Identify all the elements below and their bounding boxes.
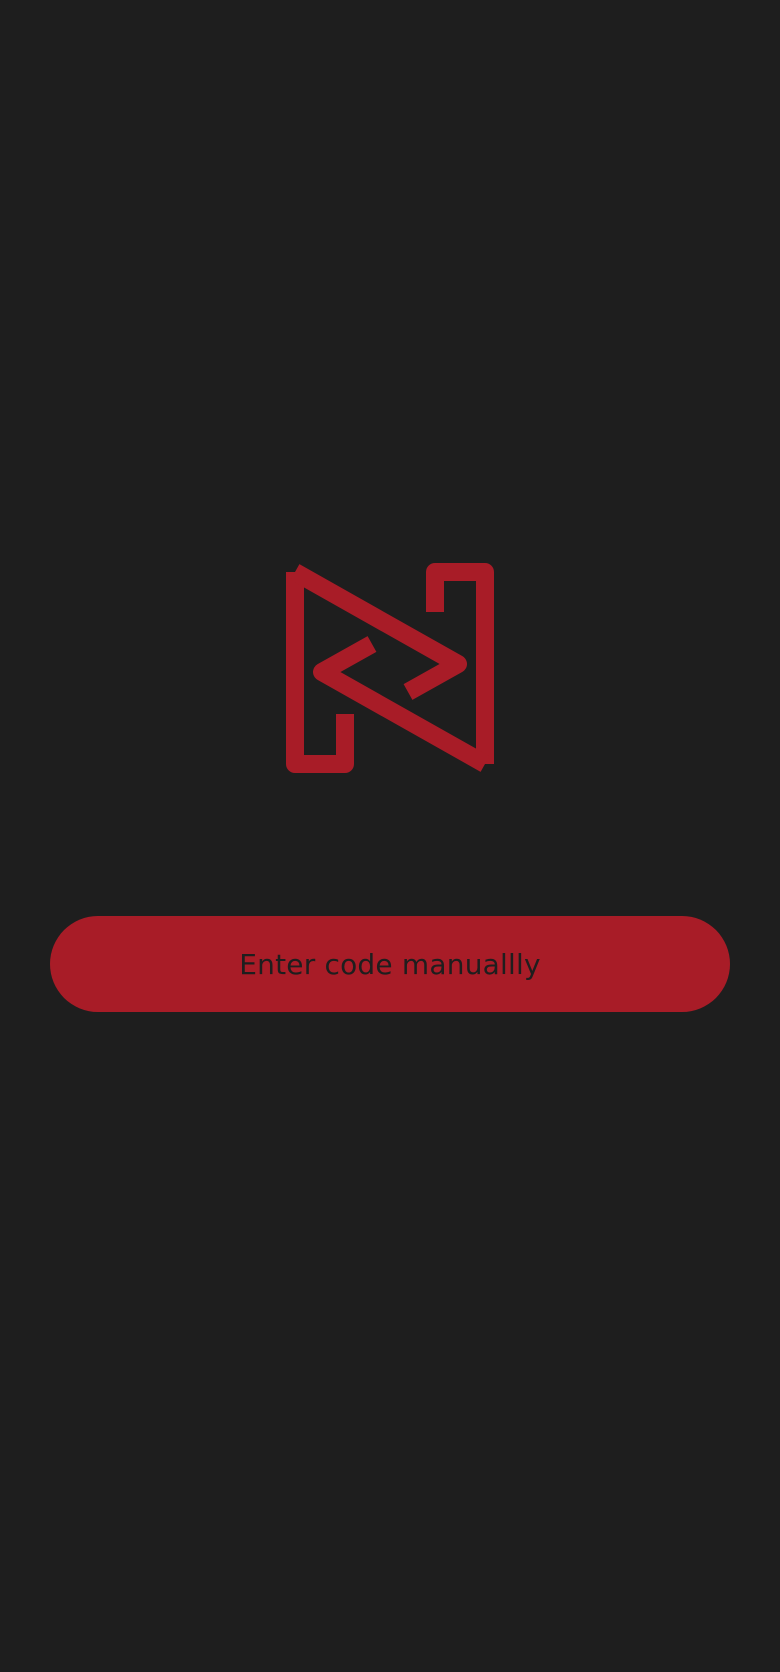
enter-code-manually-label: Enter code manuallly bbox=[239, 947, 541, 981]
logo-shape bbox=[286, 563, 494, 773]
enter-code-manually-button[interactable]: Enter code manuallly bbox=[50, 916, 730, 1012]
scan-screen: Enter code manuallly bbox=[0, 0, 780, 1672]
n-monogram-logo-icon bbox=[286, 563, 494, 773]
